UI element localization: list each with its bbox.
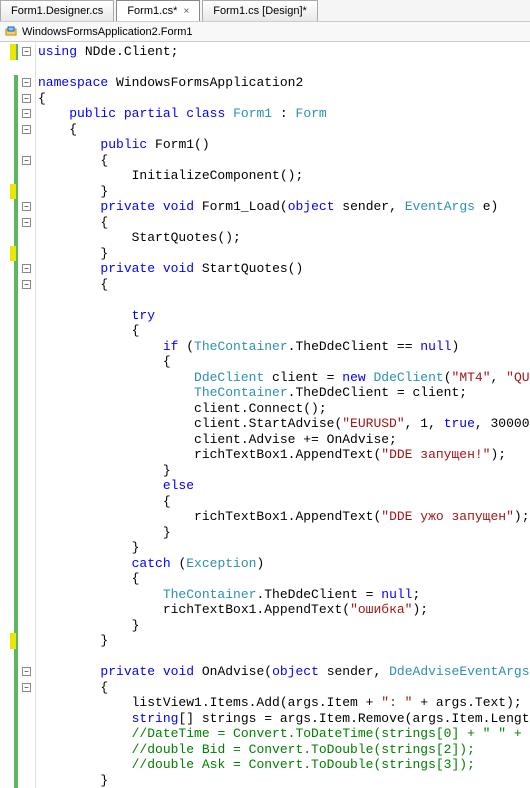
fold-toggle[interactable]: −	[22, 202, 31, 211]
code-line[interactable]: {	[38, 494, 530, 510]
code-line[interactable]: if (TheContainer.TheDdeClient == null)	[38, 339, 530, 355]
code-line[interactable]: client.Connect();	[38, 401, 530, 417]
code-line[interactable]: DdeClient client = new DdeClient("MT4", …	[38, 370, 530, 386]
fold-toggle[interactable]: −	[22, 264, 31, 273]
tab-form1-designer[interactable]: Form1.Designer.cs	[0, 0, 114, 21]
fold-toggle[interactable]: −	[22, 280, 31, 289]
code-line[interactable]: {	[38, 91, 530, 107]
code-line[interactable]: }	[38, 184, 530, 200]
code-line[interactable]: listView1.Items.Add(args.Item + ": " + a…	[38, 695, 530, 711]
code-line[interactable]: private void StartQuotes()	[38, 261, 530, 277]
code-line[interactable]: InitializeComponent();	[38, 168, 530, 184]
tab-label: Form1.cs*	[127, 5, 177, 17]
code-line[interactable]: else	[38, 478, 530, 494]
code-line[interactable]: {	[38, 122, 530, 138]
code-line[interactable]: public partial class Form1 : Form	[38, 106, 530, 122]
modified-marker	[10, 246, 16, 262]
tab-form1-design[interactable]: Form1.cs [Design]*	[202, 0, 318, 21]
code-line[interactable]: {	[38, 153, 530, 169]
code-editor[interactable]: − − − − − − − − − − − − using NDde.Client; namespace…	[0, 42, 530, 788]
fold-toggle[interactable]: −	[22, 125, 31, 134]
code-line[interactable]: {	[38, 571, 530, 587]
code-line[interactable]: try	[38, 308, 530, 324]
fold-toggle[interactable]: −	[22, 683, 31, 692]
change-bar	[14, 75, 18, 788]
tab-label: Form1.Designer.cs	[11, 5, 103, 17]
code-line[interactable]: {	[38, 680, 530, 696]
code-line[interactable]: using NDde.Client;	[38, 44, 530, 60]
code-line[interactable]: catch (Exception)	[38, 556, 530, 572]
code-line[interactable]: richTextBox1.AppendText("ошибка");	[38, 602, 530, 618]
code-line[interactable]: {	[38, 277, 530, 293]
fold-toggle[interactable]: −	[22, 218, 31, 227]
code-line[interactable]: TheContainer.TheDdeClient = client;	[38, 385, 530, 401]
code-line[interactable]	[38, 292, 530, 308]
modified-marker	[10, 184, 16, 200]
code-line[interactable]: client.Advise += OnAdvise;	[38, 432, 530, 448]
code-line[interactable]: }	[38, 246, 530, 262]
breadcrumb-namespace[interactable]: WindowsFormsApplication2.Form1	[22, 26, 193, 38]
close-icon[interactable]: ×	[183, 6, 189, 17]
code-line[interactable]: //double Bid = Convert.ToDouble(strings[…	[38, 742, 530, 758]
fold-toggle[interactable]: −	[22, 47, 31, 56]
tab-bar: Form1.Designer.cs Form1.cs* × Form1.cs [D…	[0, 0, 530, 22]
fold-toggle[interactable]: −	[22, 667, 31, 676]
code-line[interactable]: TheContainer.TheDdeClient = null;	[38, 587, 530, 603]
class-icon	[4, 25, 18, 39]
code-line[interactable]: {	[38, 354, 530, 370]
tab-form1-cs[interactable]: Form1.cs* ×	[116, 0, 200, 21]
code-line[interactable]: //DateTime = Convert.ToDateTime(strings[…	[38, 726, 530, 742]
fold-toggle[interactable]: −	[22, 78, 31, 87]
code-line[interactable]: namespace WindowsFormsApplication2	[38, 75, 530, 91]
code-line[interactable]: client.StartAdvise("EURUSD", 1, true, 30…	[38, 416, 530, 432]
code-area[interactable]: using NDde.Client; namespace WindowsForms…	[36, 42, 530, 788]
code-line[interactable]: public Form1()	[38, 137, 530, 153]
code-line[interactable]: }	[38, 463, 530, 479]
gutter: − − − − − − − − − − − −	[0, 42, 36, 788]
code-line[interactable]: {	[38, 323, 530, 339]
modified-marker	[10, 44, 16, 60]
code-line[interactable]: }	[38, 633, 530, 649]
code-line[interactable]: //double Ask = Convert.ToDouble(strings[…	[38, 757, 530, 773]
code-line[interactable]: }	[38, 773, 530, 788]
code-line[interactable]: string[] strings = args.Item.Remove(args…	[38, 711, 530, 727]
code-line[interactable]: private void OnAdvise(object sender, Dde…	[38, 664, 530, 680]
code-line[interactable]: }	[38, 618, 530, 634]
code-line[interactable]: }	[38, 525, 530, 541]
code-line[interactable]: private void Form1_Load(object sender, E…	[38, 199, 530, 215]
code-line[interactable]	[38, 60, 530, 76]
code-line[interactable]: StartQuotes();	[38, 230, 530, 246]
tab-label: Form1.cs [Design]*	[213, 5, 307, 17]
fold-toggle[interactable]: −	[22, 156, 31, 165]
code-line[interactable]: richTextBox1.AppendText("DDE ужо запущен…	[38, 509, 530, 525]
code-line[interactable]	[38, 649, 530, 665]
code-line[interactable]: {	[38, 215, 530, 231]
breadcrumb: WindowsFormsApplication2.Form1	[0, 22, 530, 42]
modified-marker	[10, 633, 16, 649]
fold-toggle[interactable]: −	[22, 109, 31, 118]
fold-toggle[interactable]: −	[22, 94, 31, 103]
code-line[interactable]: }	[38, 540, 530, 556]
code-line[interactable]: richTextBox1.AppendText("DDE запущен!");	[38, 447, 530, 463]
